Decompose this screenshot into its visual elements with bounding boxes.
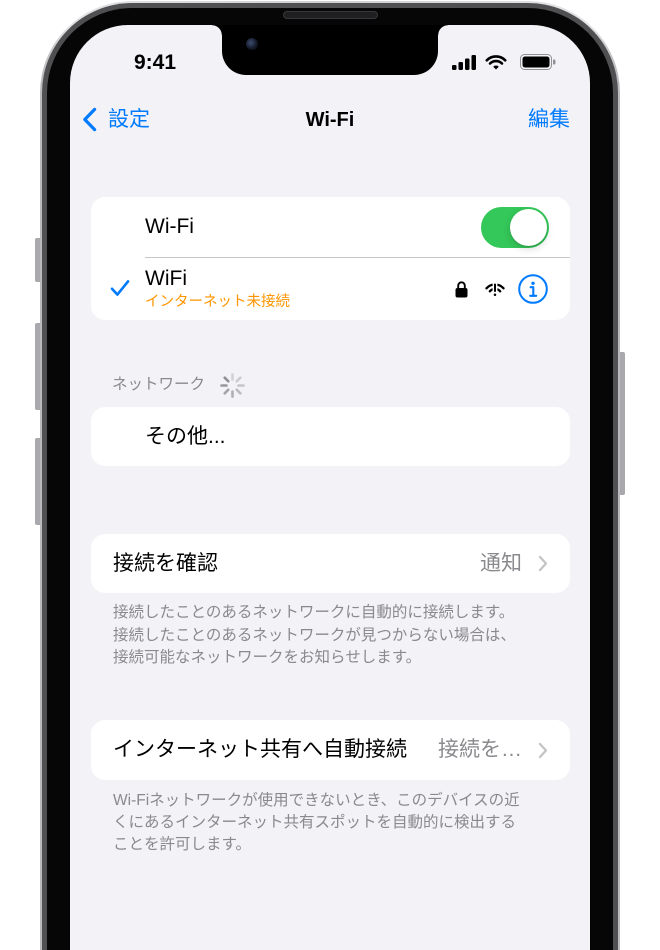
wifi-toggle-knob <box>510 209 547 246</box>
page-title: Wi-Fi <box>305 109 355 131</box>
lock-icon <box>455 281 468 298</box>
checkmark-icon <box>110 280 130 296</box>
cellular-signal-icon <box>452 55 476 70</box>
network-info-button[interactable] <box>518 274 548 304</box>
chevron-right-icon <box>538 555 548 572</box>
ask-to-join-footer: 接続したことのあるネットワークに自動的に接続します。 接続したことのあるネットワ… <box>113 602 516 670</box>
network-status: インターネット未接続 <box>145 294 290 310</box>
wifi-toggle-row: Wi-Fi <box>91 197 570 257</box>
wifi-group: Wi-Fi WiFi インターネット未接続 <box>91 197 570 320</box>
edit-button[interactable]: 編集 <box>528 107 570 133</box>
footer-line: 接続可能なネットワークをお知らせします。 <box>113 649 422 666</box>
network-name: WiFi <box>145 267 187 290</box>
auto-join-hotspot-footer: Wi-Fiネットワークが使用できないとき、このデバイスの近 くにあるインターネッ… <box>113 790 520 856</box>
wifi-toggle-label: Wi-Fi <box>145 215 194 238</box>
earpiece-speaker <box>283 11 378 19</box>
other-network-group: その他... <box>91 407 570 466</box>
wifi-toggle[interactable] <box>481 207 549 248</box>
navigation-bar: 設定 Wi-Fi 編集 <box>70 107 590 133</box>
other-network-label: その他... <box>145 425 226 448</box>
status-bar: 9:41 <box>70 25 590 85</box>
auto-join-hotspot-value: 接続を… <box>438 738 522 761</box>
chevron-right-icon <box>538 742 548 758</box>
phone-screen: 9:41 設定 Wi-Fi 編集 Wi-Fi WiFi インターネット未接続 ネ… <box>70 25 590 950</box>
wifi-exclamationmark-icon <box>485 281 505 297</box>
info-icon[interactable] <box>518 274 548 304</box>
ask-to-join-group: 接続を確認 通知 <box>91 534 570 593</box>
auto-join-hotspot-row[interactable]: インターネット共有へ自動接続 接続を… <box>91 720 570 780</box>
footer-line: くにあるインターネット共有スポットを自動的に検出する <box>113 814 517 831</box>
footer-line: 接続したことのあるネットワークが見つからない場合は、 <box>113 626 516 644</box>
footer-line: Wi-Fiネットワークが使用できないとき、このデバイスの近 <box>113 792 520 809</box>
networks-section-header: ネットワーク <box>112 376 206 393</box>
current-network-row[interactable]: WiFi インターネット未接続 <box>91 258 570 320</box>
other-network-row[interactable]: その他... <box>91 407 570 466</box>
status-time: 9:41 <box>133 51 177 74</box>
ask-to-join-label: 接続を確認 <box>113 552 218 575</box>
ask-to-join-value: 通知 <box>480 552 522 575</box>
footer-line: ことを許可します。 <box>113 836 251 853</box>
footer-line: 接続したことのあるネットワークに自動的に接続します。 <box>113 604 515 621</box>
battery-icon <box>520 54 556 70</box>
auto-join-hotspot-group: インターネット共有へ自動接続 接続を… <box>91 720 570 780</box>
wifi-icon <box>485 55 507 70</box>
ask-to-join-row[interactable]: 接続を確認 通知 <box>91 534 570 593</box>
activity-indicator-icon <box>220 373 245 398</box>
auto-join-hotspot-label: インターネット共有へ自動接続 <box>113 738 407 761</box>
